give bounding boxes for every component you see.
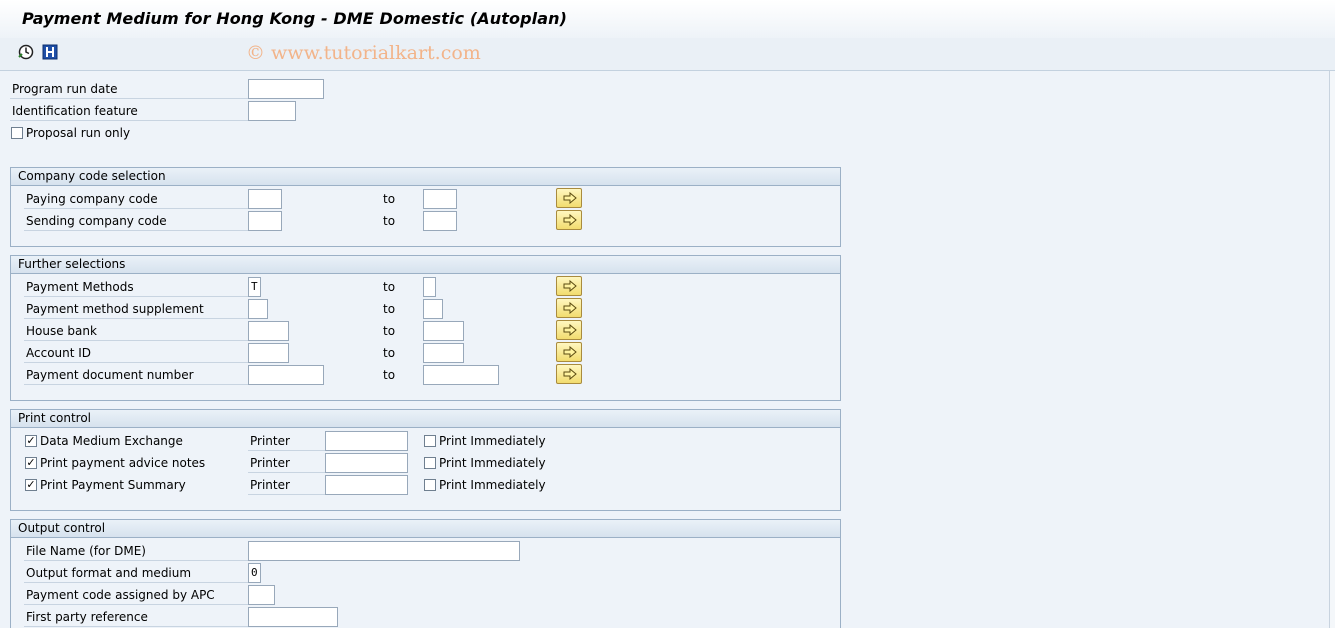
output-control-title: Output control bbox=[11, 520, 840, 538]
first-party-reference-label: First party reference bbox=[24, 608, 248, 627]
payment-methods-to[interactable] bbox=[423, 277, 436, 297]
multiple-selection-button[interactable] bbox=[556, 342, 582, 362]
arrow-right-icon bbox=[563, 346, 577, 358]
arrow-right-icon bbox=[563, 324, 577, 336]
range-to-label: to bbox=[383, 368, 396, 382]
info-icon[interactable] bbox=[42, 44, 58, 60]
range-to-label: to bbox=[383, 280, 396, 294]
multiple-selection-button[interactable] bbox=[556, 210, 582, 230]
watermark: © www.tutorialkart.com bbox=[246, 42, 481, 64]
file-name-label: File Name (for DME) bbox=[24, 542, 248, 561]
paying-company-code-to[interactable] bbox=[423, 189, 457, 209]
payment-method-supplement-from[interactable] bbox=[248, 299, 268, 319]
house-bank-from[interactable] bbox=[248, 321, 289, 341]
file-name-input[interactable] bbox=[248, 541, 520, 561]
payment-methods-label: Payment Methods bbox=[24, 278, 248, 297]
advice-printer-input[interactable] bbox=[325, 453, 408, 473]
arrow-right-icon bbox=[563, 214, 577, 226]
print-payment-summary-checkbox[interactable]: ✓ bbox=[25, 479, 37, 491]
print-immediately-label: Print Immediately bbox=[439, 456, 546, 470]
printer-label: Printer bbox=[248, 432, 325, 451]
payment-code-apc-input[interactable] bbox=[248, 585, 275, 605]
account-id-label: Account ID bbox=[24, 344, 248, 363]
multiple-selection-button[interactable] bbox=[556, 276, 582, 296]
output-format-label: Output format and medium bbox=[24, 564, 248, 583]
print-immediately-label: Print Immediately bbox=[439, 434, 546, 448]
vertical-scrollbar[interactable] bbox=[1329, 71, 1335, 628]
print-payment-summary-label: Print Payment Summary bbox=[40, 478, 186, 492]
print-immediately-label: Print Immediately bbox=[439, 478, 546, 492]
multiple-selection-button[interactable] bbox=[556, 364, 582, 384]
range-to-label: to bbox=[383, 346, 396, 360]
payment-code-apc-label: Payment code assigned by APC bbox=[24, 586, 248, 605]
advice-print-immediately-checkbox[interactable] bbox=[424, 457, 436, 469]
payment-method-supplement-label: Payment method supplement bbox=[24, 300, 248, 319]
data-medium-exchange-checkbox[interactable]: ✓ bbox=[25, 435, 37, 447]
sending-company-code-label: Sending company code bbox=[24, 212, 248, 231]
payment-document-number-from[interactable] bbox=[248, 365, 324, 385]
print-payment-advice-notes-checkbox[interactable]: ✓ bbox=[25, 457, 37, 469]
payment-method-supplement-to[interactable] bbox=[423, 299, 443, 319]
printer-label: Printer bbox=[248, 476, 325, 495]
program-run-date-label: Program run date bbox=[10, 80, 248, 99]
range-to-label: to bbox=[383, 192, 396, 206]
identification-feature-label: Identification feature bbox=[10, 102, 248, 121]
data-medium-exchange-label: Data Medium Exchange bbox=[40, 434, 183, 448]
multiple-selection-button[interactable] bbox=[556, 188, 582, 208]
further-selections-title: Further selections bbox=[11, 256, 840, 274]
arrow-right-icon bbox=[563, 368, 577, 380]
print-control-title: Print control bbox=[11, 410, 840, 428]
dme-print-immediately-checkbox[interactable] bbox=[424, 435, 436, 447]
paying-company-code-from[interactable] bbox=[248, 189, 282, 209]
proposal-run-only-checkbox[interactable] bbox=[11, 127, 23, 139]
range-to-label: to bbox=[383, 302, 396, 316]
execute-clock-icon[interactable] bbox=[18, 44, 34, 60]
print-payment-advice-notes-label: Print payment advice notes bbox=[40, 456, 206, 470]
arrow-right-icon bbox=[563, 302, 577, 314]
output-format-input[interactable]: 0 bbox=[248, 563, 261, 583]
range-to-label: to bbox=[383, 214, 396, 228]
payment-methods-from[interactable]: T bbox=[248, 277, 261, 297]
summary-print-immediately-checkbox[interactable] bbox=[424, 479, 436, 491]
printer-label: Printer bbox=[248, 454, 325, 473]
selection-screen: Program run date Identification feature … bbox=[0, 71, 1330, 628]
summary-printer-input[interactable] bbox=[325, 475, 408, 495]
house-bank-to[interactable] bbox=[423, 321, 464, 341]
identification-feature-input[interactable] bbox=[248, 101, 296, 121]
account-id-from[interactable] bbox=[248, 343, 289, 363]
account-id-to[interactable] bbox=[423, 343, 464, 363]
sending-company-code-from[interactable] bbox=[248, 211, 282, 231]
multiple-selection-button[interactable] bbox=[556, 298, 582, 318]
company-code-selection-title: Company code selection bbox=[11, 168, 840, 186]
title-bar: Payment Medium for Hong Kong - DME Domes… bbox=[0, 0, 1335, 39]
sending-company-code-to[interactable] bbox=[423, 211, 457, 231]
house-bank-label: House bank bbox=[24, 322, 248, 341]
proposal-run-only-label: Proposal run only bbox=[26, 126, 131, 140]
payment-document-number-to[interactable] bbox=[423, 365, 499, 385]
dme-printer-input[interactable] bbox=[325, 431, 408, 451]
application-toolbar bbox=[0, 38, 1335, 71]
range-to-label: to bbox=[383, 324, 396, 338]
paying-company-code-label: Paying company code bbox=[24, 190, 248, 209]
arrow-right-icon bbox=[563, 192, 577, 204]
multiple-selection-button[interactable] bbox=[556, 320, 582, 340]
program-run-date-input[interactable] bbox=[248, 79, 324, 99]
page-title: Payment Medium for Hong Kong - DME Domes… bbox=[22, 9, 568, 28]
first-party-reference-input[interactable] bbox=[248, 607, 338, 627]
payment-document-number-label: Payment document number bbox=[24, 366, 248, 385]
arrow-right-icon bbox=[563, 280, 577, 292]
